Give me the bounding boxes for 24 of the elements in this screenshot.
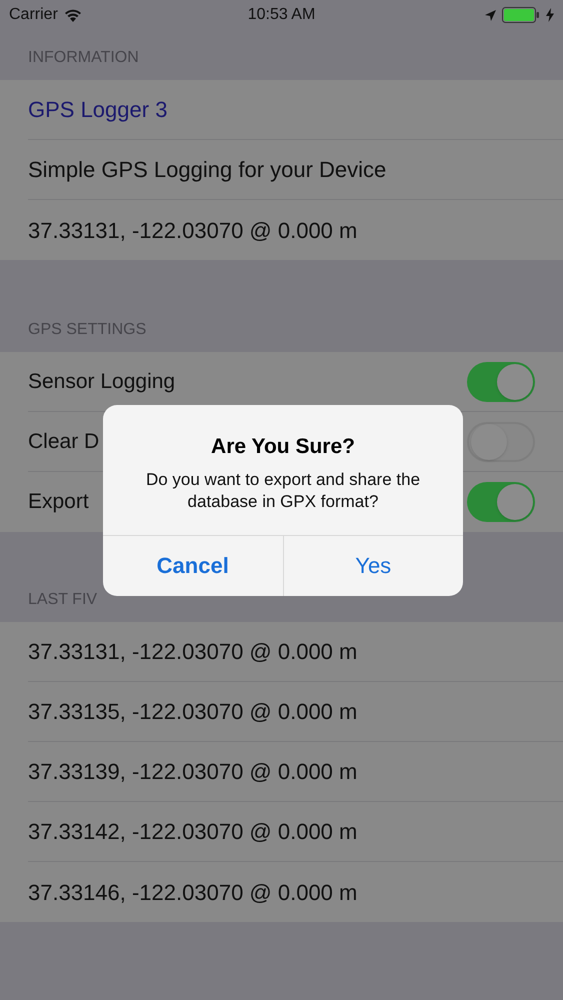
wifi-icon bbox=[64, 8, 82, 22]
toggle-switch[interactable] bbox=[467, 362, 535, 402]
alert-button[interactable]: Yes bbox=[282, 536, 463, 596]
clock-label: 10:53 AM bbox=[248, 5, 316, 25]
toggle-switch[interactable] bbox=[467, 482, 535, 522]
row-text: 37.33142, -122.03070 @ 0.000 m bbox=[28, 818, 358, 846]
battery-icon bbox=[502, 7, 540, 23]
alert-button[interactable]: Cancel bbox=[103, 536, 282, 596]
alert-title: Are You Sure? bbox=[211, 434, 355, 460]
toggle-switch[interactable] bbox=[467, 422, 535, 462]
carrier-label: Carrier bbox=[9, 5, 58, 25]
charging-icon bbox=[546, 8, 554, 22]
app-name-link[interactable]: GPS Logger 3 bbox=[28, 93, 168, 126]
setting-label: Clear D bbox=[28, 428, 100, 455]
setting-label: Export bbox=[28, 489, 89, 516]
row-text: Simple GPS Logging for your Device bbox=[28, 156, 386, 184]
row-text: 37.33131, -122.03070 @ 0.000 m bbox=[28, 216, 358, 244]
row-text: 37.33146, -122.03070 @ 0.000 m bbox=[28, 878, 358, 906]
row-text: 37.33139, -122.03070 @ 0.000 m bbox=[28, 758, 358, 786]
setting-label: Sensor Logging bbox=[28, 368, 176, 395]
alert-message: Do you want to export and share the database in GPX format? bbox=[144, 468, 422, 512]
location-arrow-icon bbox=[485, 10, 496, 20]
row-text: 37.33131, -122.03070 @ 0.000 m bbox=[28, 638, 358, 666]
row-text: 37.33135, -122.03070 @ 0.000 m bbox=[28, 698, 358, 726]
